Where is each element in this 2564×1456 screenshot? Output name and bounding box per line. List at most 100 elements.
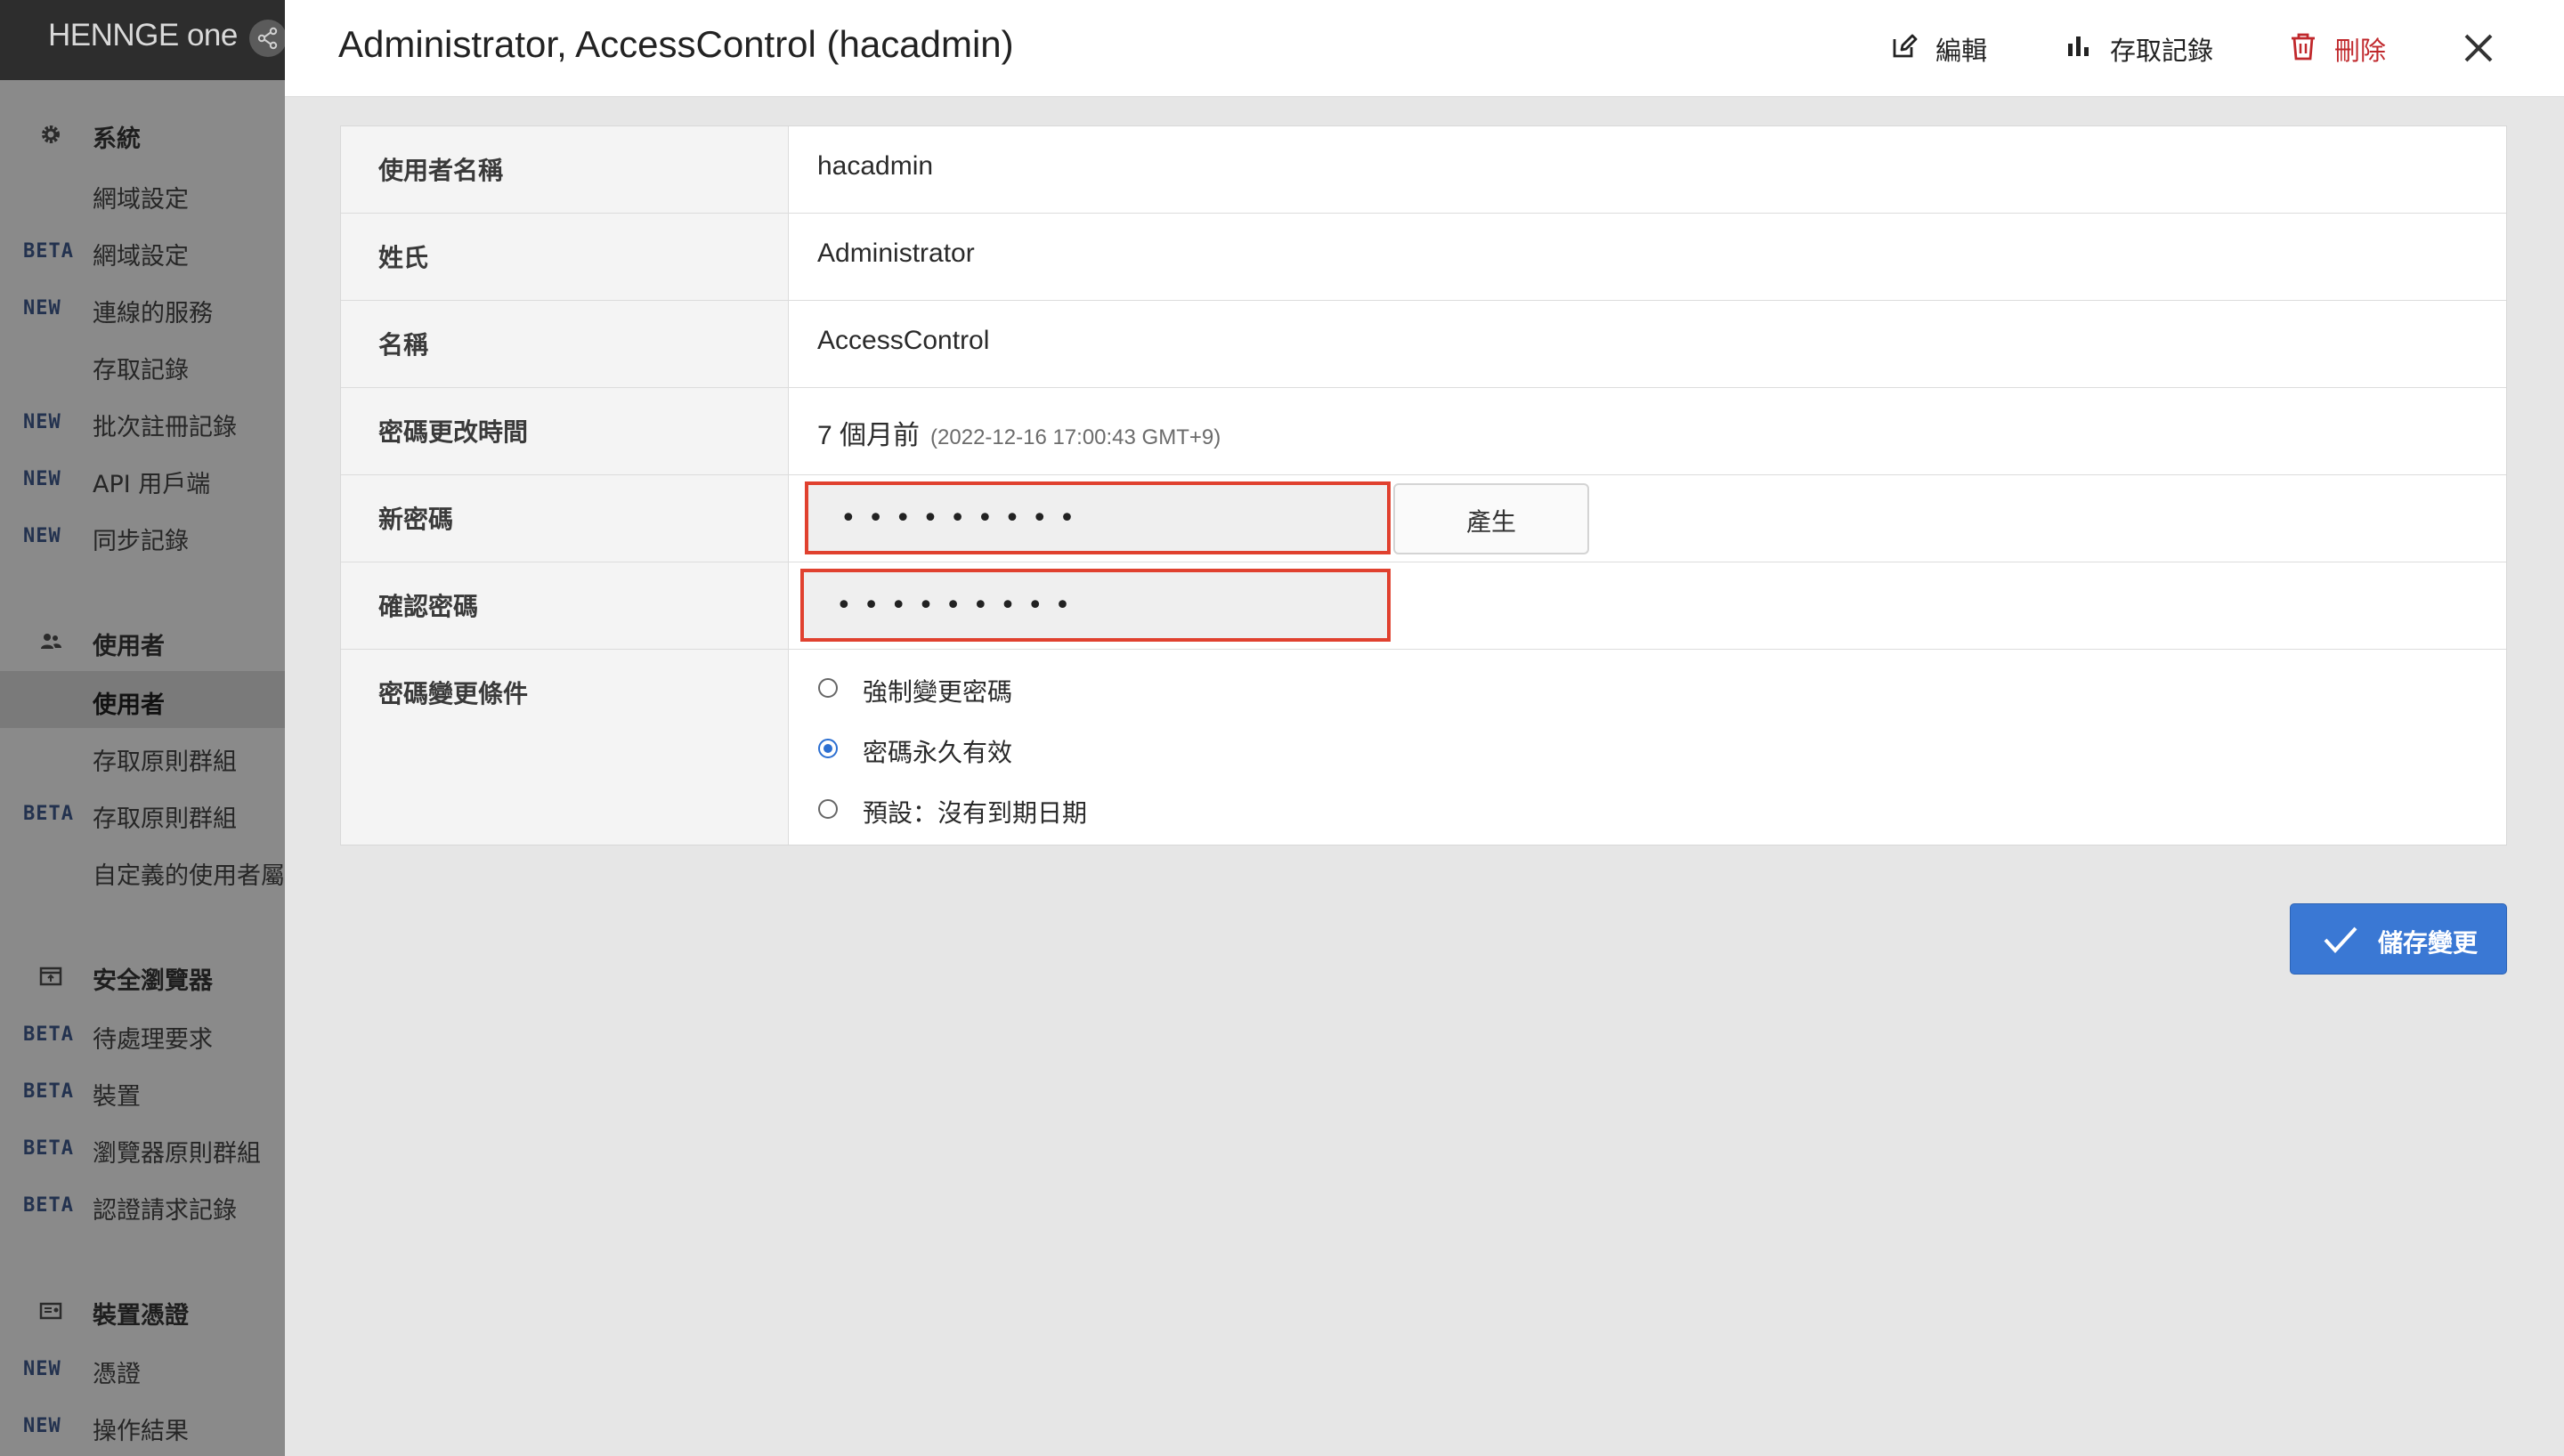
access-log-button-label: 存取記錄 (2110, 36, 2214, 66)
sidebar-item-badge: NEW (23, 297, 61, 320)
sidebar-item-label: 存取原則群組 (93, 805, 237, 833)
sidebar-item-label: 待處理要求 (93, 1026, 213, 1054)
radio-button-selected[interactable] (818, 739, 838, 758)
sidebar-item-label: 瀏覽器原則群組 (93, 1140, 261, 1168)
sidebar-item-label: 裝置 (93, 1083, 141, 1111)
edit-button-label: 編輯 (1935, 36, 1988, 66)
password-policy-label: 密碼變更條件 (378, 679, 529, 708)
first-name-label: 名稱 (378, 330, 429, 360)
sidebar-item-pending-requests[interactable]: BETA 待處理要求 (0, 1006, 285, 1063)
sidebar-item-badge: NEW (23, 1415, 61, 1437)
sidebar-item-domain-settings-beta[interactable]: BETA 網域設定 (0, 222, 285, 279)
sidebar-section-label: 系統 (93, 125, 141, 153)
radio-label: 強制變更密碼 (863, 677, 1013, 707)
sidebar-item-badge: BETA (23, 1023, 74, 1046)
sidebar-item-access-policy-groups[interactable]: 存取原則群組 (0, 728, 285, 785)
gear-icon (42, 125, 60, 143)
page-title: Administrator, AccessControl (hacadmin) (338, 23, 1014, 65)
username-label: 使用者名稱 (378, 156, 504, 185)
sidebar-section-device-certificates: 裝置憑證 (0, 1283, 285, 1337)
new-password-label: 新密碼 (378, 505, 454, 534)
radio-label: 密碼永久有效 (863, 738, 1013, 767)
first-name-row: 名稱 AccessControl (341, 301, 2506, 388)
password-changed-timestamp: (2022-12-16 17:00:43 GMT+9) (930, 425, 1221, 449)
username-row: 使用者名稱 hacadmin (341, 126, 2506, 214)
password-changed-relative: 7 個月前 (817, 421, 921, 450)
sidebar-brand: HENNGE one (0, 0, 285, 80)
sidebar-item-custom-user-attributes[interactable]: 自定義的使用者屬性 (0, 842, 285, 899)
password-changed-row: 密碼更改時間 7 個月前 (2022-12-16 17:00:43 GMT+9) (341, 388, 2506, 475)
generate-password-label: 產生 (1465, 507, 1516, 537)
sidebar-item-badge: BETA (23, 1194, 74, 1217)
last-name-label: 姓氏 (378, 243, 429, 272)
sidebar-item-api-clients[interactable]: NEW API 用戶端 (0, 450, 285, 507)
radio-button[interactable] (818, 678, 838, 698)
password-changed-value: 7 個月前 (2022-12-16 17:00:43 GMT+9) (817, 413, 1221, 452)
delete-button-label: 刪除 (2334, 36, 2387, 66)
sidebar-item-label: 批次註冊記錄 (93, 414, 237, 441)
sidebar-item-label: 使用者 (93, 692, 165, 719)
sidebar-item-badge: NEW (23, 468, 61, 490)
edit-icon (1893, 34, 1918, 58)
save-changes-button[interactable]: 儲存變更 (2290, 903, 2507, 975)
sidebar-item-label: 同步記錄 (93, 528, 189, 555)
henngeone-logo[interactable]: HENNGE one (48, 18, 238, 53)
first-name-value: AccessControl (817, 326, 990, 355)
sidebar-item-certificates[interactable]: NEW 憑證 (0, 1340, 285, 1397)
sidebar-section-system: 系統 (0, 107, 285, 160)
sidebar-item-label: 網域設定 (93, 186, 189, 214)
share-icon (249, 20, 285, 57)
access-log-button[interactable]: 存取記錄 (2064, 27, 2224, 68)
sidebar-item-badge: BETA (23, 1080, 74, 1103)
sidebar-section-label: 使用者 (93, 633, 165, 660)
new-password-mask: ••••••••• (840, 503, 1087, 534)
sidebar-item-users[interactable]: 使用者 (0, 671, 285, 728)
sidebar-section-label: 裝置憑證 (93, 1302, 189, 1330)
sidebar-item-bulk-registration-log[interactable]: NEW 批次註冊記錄 (0, 393, 285, 450)
sidebar-item-auth-request-log[interactable]: BETA 認證請求記錄 (0, 1177, 285, 1234)
radio-button[interactable] (818, 799, 838, 819)
sidebar-item-badge: NEW (23, 525, 61, 547)
sidebar-item-badge: BETA (23, 240, 74, 263)
confirm-password-mask: ••••••••• (836, 590, 1083, 621)
last-name-value: Administrator (817, 239, 975, 268)
sidebar-item-label: 自定義的使用者屬性 (93, 862, 285, 890)
sidebar-item-devices[interactable]: BETA 裝置 (0, 1063, 285, 1120)
sidebar-item-badge: NEW (23, 411, 61, 433)
new-password-input[interactable]: ••••••••• (805, 481, 1391, 554)
generate-password-button[interactable]: 產生 (1393, 483, 1589, 554)
last-name-row: 姓氏 Administrator (341, 214, 2506, 301)
sidebar-item-domain-settings[interactable]: 網域設定 (0, 166, 285, 222)
sidebar-item-operation-results[interactable]: NEW 操作結果 (0, 1397, 285, 1454)
sidebar-item-label: 網域設定 (93, 243, 189, 271)
checkmark-icon (2324, 926, 2357, 953)
edit-button[interactable]: 編輯 (1889, 27, 2005, 68)
sidebar-item-label: 憑證 (93, 1361, 141, 1388)
certificate-card-icon (39, 1302, 62, 1320)
sidebar-section-secure-browser: 安全瀏覽器 (0, 949, 285, 1002)
delete-button[interactable]: 刪除 (2288, 27, 2404, 68)
sidebar-item-access-log[interactable]: 存取記錄 (0, 336, 285, 393)
sidebar-item-badge: NEW (23, 1358, 61, 1380)
confirm-password-input[interactable]: ••••••••• (800, 569, 1391, 642)
sidebar-item-sync-log[interactable]: NEW 同步記錄 (0, 507, 285, 564)
sidebar-item-label: API 用戶端 (93, 471, 211, 498)
users-icon (41, 634, 61, 649)
confirm-password-label: 確認密碼 (378, 592, 479, 621)
sidebar-item-browser-policy-groups[interactable]: BETA 瀏覽器原則群組 (0, 1120, 285, 1177)
sidebar-section-users: 使用者 (0, 614, 285, 667)
password-changed-label: 密碼更改時間 (378, 417, 529, 447)
sidebar-item-connected-services[interactable]: NEW 連線的服務 (0, 279, 285, 336)
sidebar-item-badge: BETA (23, 803, 74, 825)
radio-label: 預設：沒有到期日期 (863, 798, 1088, 828)
sidebar-item-label: 存取原則群組 (93, 748, 237, 776)
sidebar-item-access-policy-groups-beta[interactable]: BETA 存取原則群組 (0, 785, 285, 842)
detail-header: Administrator, AccessControl (hacadmin) … (285, 0, 2564, 97)
new-password-row: 新密碼 ••••••••• 產生 (341, 475, 2506, 562)
close-icon[interactable] (2457, 27, 2500, 69)
trash-icon (2292, 33, 2315, 61)
sidebar-item-label: 存取記錄 (93, 357, 189, 384)
bar-chart-icon (2068, 36, 2089, 56)
sidebar-section-label: 安全瀏覽器 (93, 967, 213, 995)
password-policy-row: 密碼變更條件 強制變更密碼 密碼永久有效 預設：沒有到期日期 (341, 650, 2506, 845)
